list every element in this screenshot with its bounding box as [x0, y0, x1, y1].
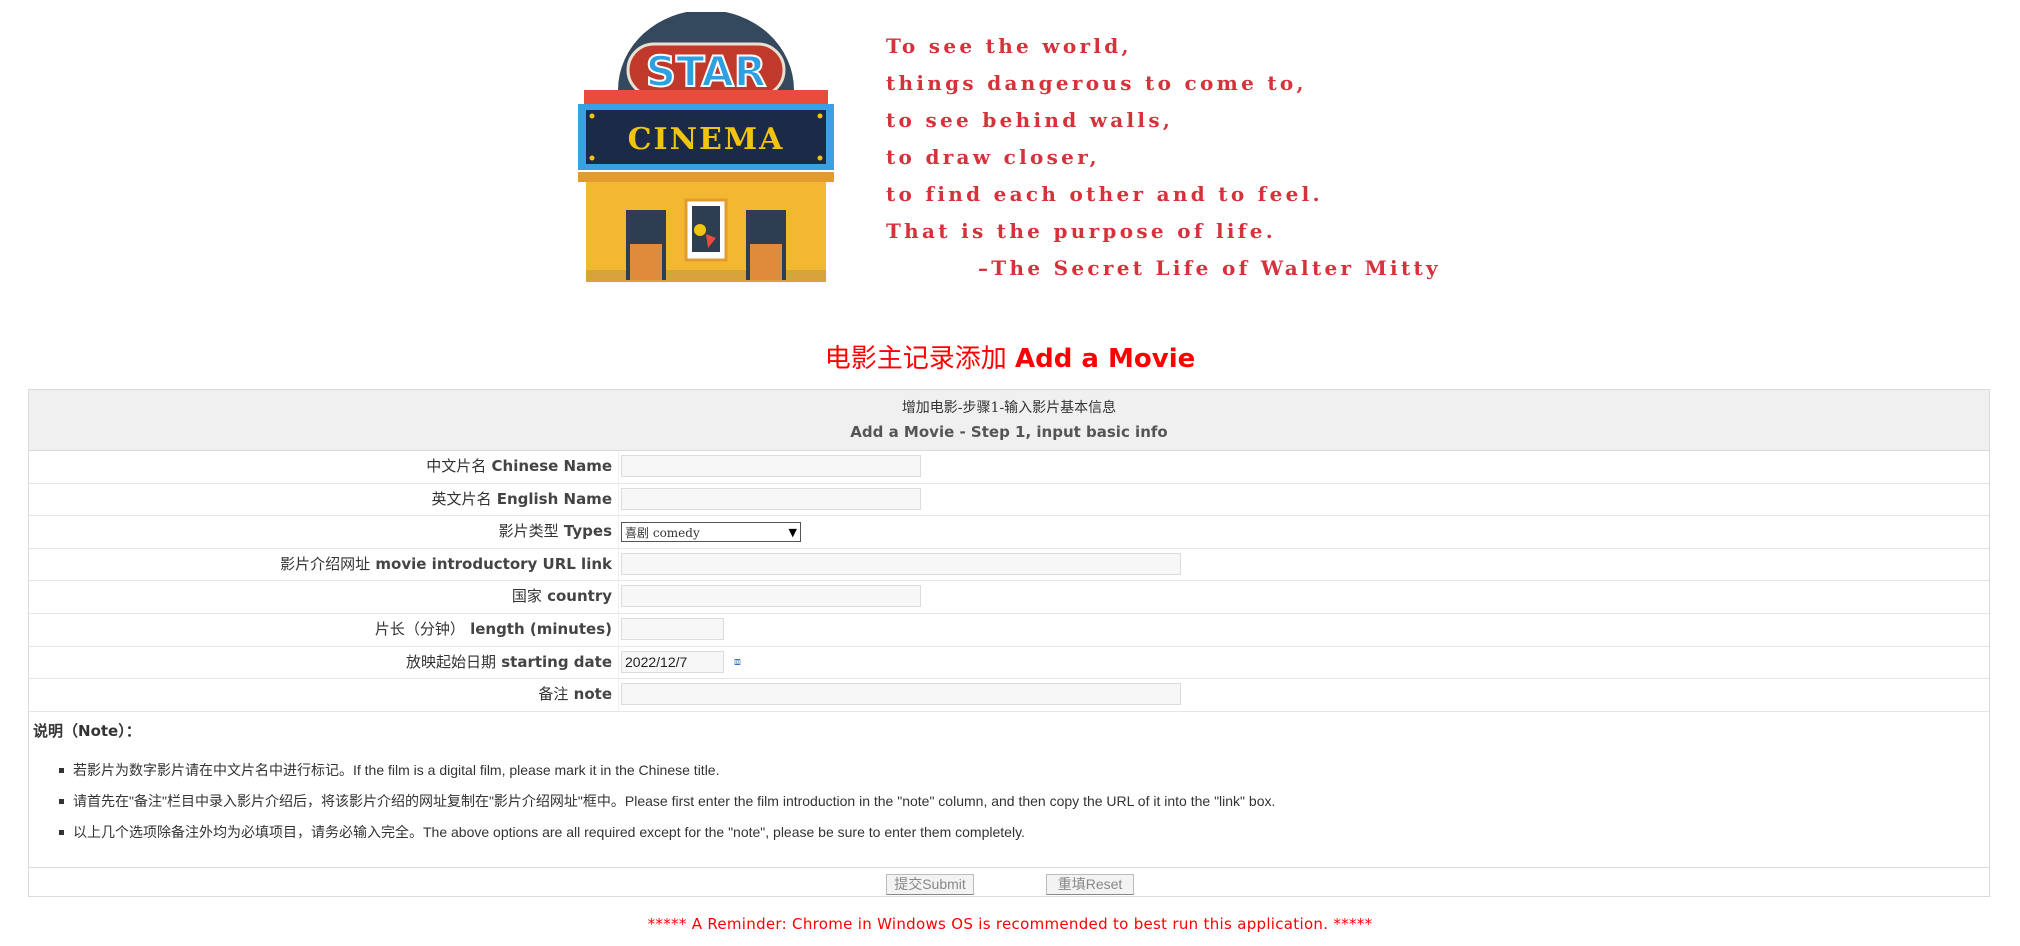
label-cn: 英文片名 — [431, 489, 492, 508]
english-name-input[interactable] — [621, 487, 921, 510]
selected-en: comedy — [652, 525, 700, 540]
country-label: 国家 country — [512, 581, 612, 612]
page-title: 电影主记录添加 Add a Movie — [0, 340, 2020, 378]
instructions-list: 若影片为数字影片请在中文片名中进行标记。If the film is a dig… — [58, 760, 1275, 853]
label-cn: 影片介绍网址 — [280, 554, 371, 573]
add-movie-form: 增加电影-步骤1-输入影片基本信息 Add a Movie - Step 1, … — [28, 389, 1990, 897]
label-cn: 放映起始日期 — [405, 652, 496, 671]
divider — [618, 548, 619, 581]
url-link-input[interactable] — [621, 552, 1181, 575]
quote-line: That is the purpose of life. — [886, 219, 1276, 243]
instructions-title: 说明（Note）： — [33, 720, 141, 741]
quote-attribution: –The Secret Life of Walter Mitty — [978, 256, 1441, 280]
movie-quote: To see the world, things dangerous to co… — [886, 28, 1441, 287]
note-label: 备注 note — [538, 679, 612, 710]
chevron-down-icon: ▼ — [788, 525, 797, 539]
list-item: 请首先在"备注"栏目中录入影片介绍后，将该影片介绍的网址复制在"影片介绍网址"框… — [58, 791, 1275, 822]
label-en: English Name — [496, 489, 612, 508]
divider — [618, 646, 619, 679]
divider — [618, 613, 619, 646]
types-selected-value: 喜剧 comedy — [625, 524, 700, 541]
label-en: movie introductory URL link — [375, 554, 612, 573]
form-row-url-link: 影片介绍网址 movie introductory URL link — [29, 548, 1989, 582]
label-cn: 备注 — [538, 685, 569, 704]
label-en: Types — [563, 522, 612, 541]
divider — [618, 581, 619, 613]
length-input[interactable] — [621, 617, 724, 640]
form-row-chinese-name: 中文片名 Chinese Name — [29, 451, 1989, 484]
quote-line: to draw closer, — [886, 145, 1100, 169]
country-input[interactable] — [621, 585, 921, 608]
form-actions: 提交Submit 重填Reset — [29, 868, 1989, 900]
label-en: country — [547, 587, 612, 606]
title-cn: 说明（ — [33, 721, 79, 740]
list-item: 若影片为数字影片请在中文片名中进行标记。If the film is a dig… — [58, 760, 1275, 791]
label-cn: 影片类型 — [498, 522, 559, 541]
chinese-name-label: 中文片名 Chinese Name — [426, 451, 612, 482]
svg-text:STAR: STAR — [646, 47, 766, 96]
star-cinema-logo: STAR CINEMA — [578, 12, 834, 282]
list-item: 以上几个选项除备注外均为必填项目，请务必输入完全。The above optio… — [58, 822, 1275, 853]
quote-line: things dangerous to come to, — [886, 71, 1307, 95]
starting-date-input[interactable] — [621, 650, 724, 673]
instructions-section: 说明（Note）： 若影片为数字影片请在中文片名中进行标记。If the fil… — [29, 712, 1989, 868]
label-cn: 国家 — [511, 587, 542, 606]
types-label: 影片类型 Types — [499, 516, 612, 547]
form-row-country: 国家 country — [29, 581, 1989, 614]
label-en: starting date — [501, 652, 612, 671]
label-cn: 中文片名 — [426, 457, 487, 475]
starting-date-label: 放映起始日期 starting date — [406, 647, 612, 678]
page-title-cn: 电影主记录添加 — [824, 344, 1007, 374]
reset-button[interactable]: 重填Reset — [1046, 873, 1134, 895]
length-label: 片长（分钟） length (minutes) — [375, 614, 612, 645]
types-select[interactable]: 喜剧 comedy ▼ — [621, 522, 801, 543]
note-input[interactable] — [621, 683, 1181, 706]
page-header: STAR CINEMA To see the world, things dan… — [0, 0, 2020, 300]
form-row-starting-date: 放映起始日期 starting date ⧈ — [29, 646, 1989, 680]
submit-button[interactable]: 提交Submit — [886, 873, 974, 895]
english-name-label: 英文片名 English Name — [431, 484, 612, 515]
chinese-name-input[interactable] — [621, 455, 921, 477]
quote-line: to see behind walls, — [886, 108, 1174, 132]
label-cn: 片长（分钟） — [374, 619, 465, 638]
form-row-english-name: 英文片名 English Name — [29, 483, 1989, 517]
url-link-label: 影片介绍网址 movie introductory URL link — [280, 549, 612, 580]
title-en: Note — [78, 721, 119, 740]
label-en: note — [573, 685, 612, 704]
calendar-icon[interactable]: ⧈ — [734, 655, 741, 669]
divider — [618, 451, 619, 483]
divider — [618, 516, 619, 548]
form-row-length: 片长（分钟） length (minutes) — [29, 613, 1989, 647]
title-end: ）： — [118, 721, 141, 740]
form-header-cn: 增加电影-步骤1-输入影片基本信息 — [901, 400, 1117, 416]
form-header: 增加电影-步骤1-输入影片基本信息 Add a Movie - Step 1, … — [29, 390, 1989, 451]
selected-cn: 喜剧 — [625, 525, 650, 540]
label-en: length (minutes) — [470, 619, 612, 638]
divider — [618, 483, 619, 516]
svg-text:CINEMA: CINEMA — [628, 122, 785, 157]
quote-line: to find each other and to feel. — [886, 182, 1323, 206]
quote-line: To see the world, — [886, 34, 1132, 58]
form-header-en: Add a Movie - Step 1, input basic info — [850, 423, 1168, 441]
page-title-en: Add a Movie — [1015, 344, 1196, 374]
browser-reminder: ***** A Reminder: Chrome in Windows OS i… — [647, 915, 1373, 933]
divider — [618, 679, 619, 711]
form-row-note: 备注 note — [29, 679, 1989, 712]
date-field-group: ⧈ — [621, 650, 741, 673]
form-row-types: 影片类型 Types 喜剧 comedy ▼ — [29, 516, 1989, 549]
label-en: Chinese Name — [491, 457, 612, 475]
